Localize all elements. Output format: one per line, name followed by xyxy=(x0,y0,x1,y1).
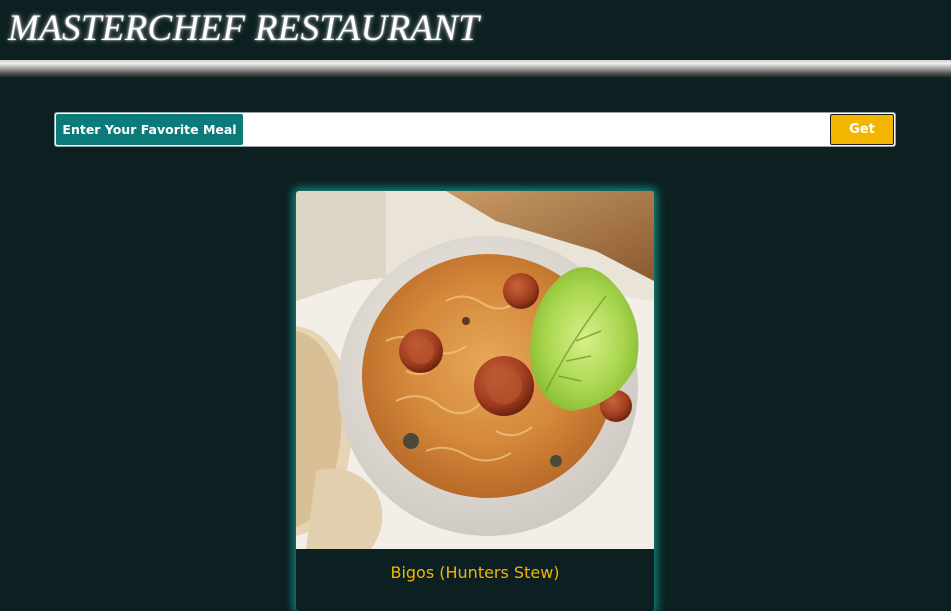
meal-card[interactable]: Bigos (Hunters Stew) xyxy=(296,191,654,611)
site-title: MASTERCHEF RESTAURANT xyxy=(8,8,480,49)
sausage-slice-3 xyxy=(503,273,539,309)
meal-search-input[interactable] xyxy=(244,113,829,146)
meal-image xyxy=(296,191,654,549)
search-label: Enter Your Favorite Meal xyxy=(56,114,243,145)
site-header: MASTERCHEF RESTAURANT xyxy=(0,0,951,60)
get-button[interactable]: Get xyxy=(830,114,894,145)
meal-name[interactable]: Bigos (Hunters Stew) xyxy=(296,563,654,582)
search-form: Enter Your Favorite Meal Get xyxy=(54,112,896,147)
header-divider xyxy=(0,60,951,78)
